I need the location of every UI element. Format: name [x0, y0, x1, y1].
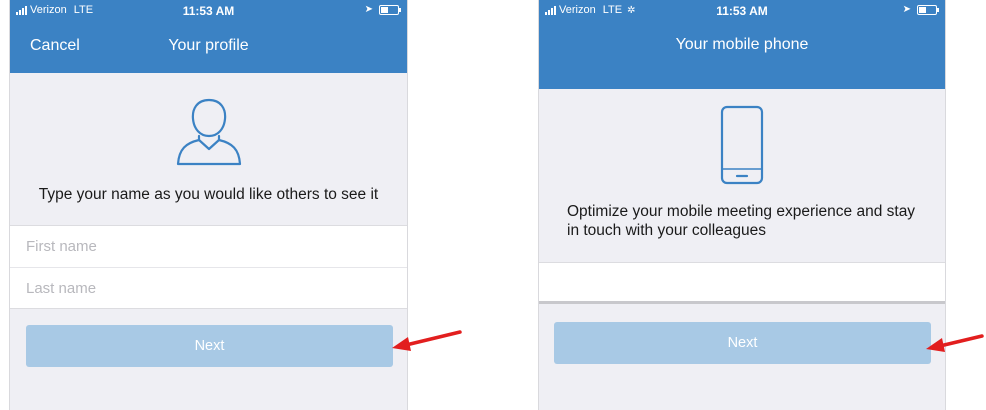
profile-screen: Verizon LTE 11:53 AM ➤ Cancel Your profi… [10, 0, 407, 410]
phone-number-field[interactable] [539, 263, 945, 301]
red-arrow-icon [392, 330, 462, 351]
status-time: 11:53 AM [716, 4, 768, 18]
location-arrow-icon: ➤ [364, 4, 373, 15]
name-fields [10, 225, 407, 309]
phone-field-group [539, 262, 945, 304]
last-name-field[interactable] [10, 267, 407, 308]
nav-bar: Cancel Your profile [10, 22, 407, 73]
user-outline-icon [176, 98, 241, 166]
first-name-field[interactable] [10, 226, 407, 267]
page-title: Your mobile phone [675, 36, 809, 53]
status-time: 11:53 AM [182, 4, 235, 18]
next-button[interactable]: Next [26, 325, 393, 367]
status-bar: Verizon LTE 11:53 AM ➤ [10, 0, 407, 22]
status-bar: Verizon LTE ✲ 11:53 AM ➤ [539, 0, 945, 22]
phone-illustration [539, 105, 945, 185]
battery-icon [917, 4, 939, 15]
mobile-phone-outline-icon [720, 105, 764, 185]
next-button[interactable]: Next [554, 322, 931, 364]
red-arrow-icon [926, 334, 984, 352]
profile-prompt: Type your name as you would like others … [38, 186, 379, 203]
page-title: Your profile [168, 37, 249, 54]
profile-illustration [10, 96, 407, 168]
nav-bar: Your mobile phone [539, 22, 945, 89]
battery-icon [379, 4, 401, 15]
location-arrow-icon: ➤ [902, 4, 911, 15]
phone-prompt: Optimize your mobile meeting experience … [567, 203, 916, 239]
mobile-phone-screen: Verizon LTE ✲ 11:53 AM ➤ Your mobile pho… [539, 0, 945, 410]
